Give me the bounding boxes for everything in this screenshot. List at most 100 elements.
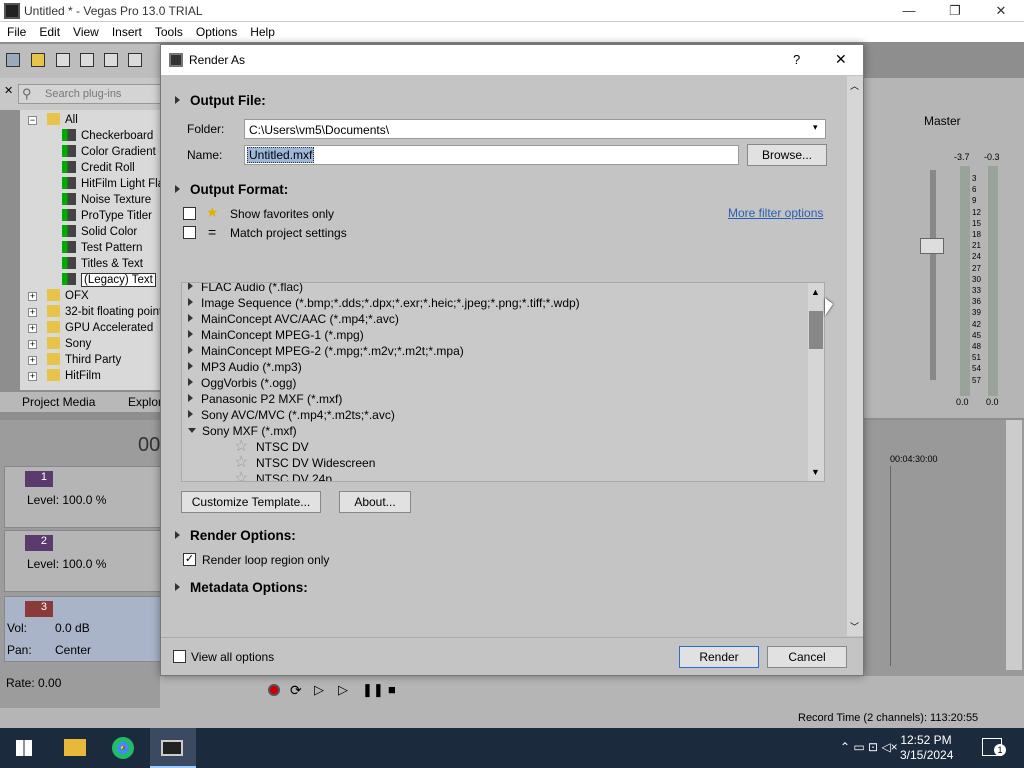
dialog-scrollbar[interactable]: ︿ ﹀	[847, 76, 863, 636]
windows-start-icon[interactable]	[16, 740, 32, 756]
favorite-star-icon[interactable]: ☆	[234, 455, 254, 471]
plugin-tree-item[interactable]: (Legacy) Text	[62, 272, 156, 288]
show-favorites-checkbox[interactable]	[183, 207, 196, 220]
format-template-item[interactable]: ☆ NTSC DV 24p	[234, 471, 332, 482]
render-options-header[interactable]: Render Options:	[175, 528, 296, 543]
metadata-options-header[interactable]: Metadata Options:	[175, 580, 308, 595]
render-loop-checkbox[interactable]: ✓	[183, 553, 196, 566]
format-group-item[interactable]: MainConcept MPEG-2 (*.mpg;*.m2v;*.m2t;*.…	[188, 343, 464, 359]
view-all-options-checkbox[interactable]	[173, 650, 186, 663]
plugin-tree-item[interactable]: Checkerboard	[62, 128, 153, 144]
help-button[interactable]: ?	[793, 52, 800, 67]
plugin-tree-item[interactable]: + Third Party	[28, 352, 121, 368]
plugin-tree-item[interactable]: Solid Color	[62, 224, 137, 240]
match-project-checkbox[interactable]	[183, 226, 196, 239]
chrome-icon[interactable]	[112, 737, 134, 759]
format-group-item[interactable]: MP3 Audio (*.mp3)	[188, 359, 302, 375]
track-1[interactable]: 1 Level: 100.0 %	[4, 466, 162, 528]
menu-file[interactable]: File	[0, 22, 32, 39]
minimize-button[interactable]: —	[886, 0, 932, 22]
menu-tools[interactable]: Tools	[148, 22, 189, 39]
cancel-button[interactable]: Cancel	[767, 646, 847, 668]
plugin-tree-item[interactable]: HitFilm Light Flar	[62, 176, 168, 192]
system-tray-icons[interactable]: ⌃ ▭ ⊡ ◁×	[840, 740, 898, 754]
name-input[interactable]: Untitled.mxf	[244, 145, 739, 165]
scroll-thumb[interactable]	[809, 311, 823, 349]
format-group-item[interactable]: MainConcept AVC/AAC (*.mp4;*.avc)	[188, 311, 399, 327]
render-icon[interactable]	[104, 53, 118, 67]
dialog-close-button[interactable]: ✕	[835, 51, 847, 68]
output-format-header[interactable]: Output Format:	[175, 182, 288, 197]
pause-icon[interactable]: ❚❚	[362, 682, 384, 698]
format-group-item[interactable]: Sony AVC/MVC (*.mp4;*.m2ts;*.avc)	[188, 407, 395, 423]
plugin-tree-item[interactable]: + HitFilm	[28, 368, 101, 384]
menu-edit[interactable]: Edit	[32, 22, 66, 39]
plugin-tree-item[interactable]: ProType Titler	[62, 208, 152, 224]
browse-button[interactable]: Browse...	[747, 144, 827, 166]
scroll-up-icon[interactable]: ▲	[811, 287, 820, 297]
render-button[interactable]: Render	[679, 646, 759, 668]
properties-icon[interactable]	[128, 53, 142, 67]
save-icon[interactable]	[56, 53, 70, 67]
close-button[interactable]: ✕	[978, 0, 1024, 22]
expand-icon[interactable]: +	[28, 292, 37, 301]
save-as-icon[interactable]	[80, 53, 94, 67]
format-group-item[interactable]: Image Sequence (*.bmp;*.dds;*.dpx;*.exr;…	[188, 295, 580, 311]
plugin-tree-item[interactable]: Credit Roll	[62, 160, 135, 176]
expand-icon[interactable]: +	[28, 324, 37, 333]
plugin-tree-item[interactable]: + GPU Accelerated	[28, 320, 153, 336]
plugin-tree-item[interactable]: Titles & Text	[62, 256, 143, 272]
menu-options[interactable]: Options	[189, 22, 243, 39]
format-group-item[interactable]: Sony MXF (*.mxf)	[188, 423, 297, 439]
format-group-item[interactable]: Panasonic P2 MXF (*.mxf)	[188, 391, 342, 407]
collapse-icon[interactable]: −	[28, 116, 37, 125]
plugin-tree-item[interactable]: Color Gradient	[62, 144, 156, 160]
maximize-button[interactable]: ❐	[932, 0, 978, 22]
plugin-tree-item[interactable]: Noise Texture	[62, 192, 151, 208]
menu-help[interactable]: Help	[243, 22, 281, 39]
favorite-star-icon[interactable]: ☆	[234, 439, 254, 455]
master-fader[interactable]	[920, 238, 944, 254]
folder-input[interactable]: C:\Users\vm5\Documents\	[244, 119, 826, 139]
tab-project-media[interactable]: Project Media	[22, 395, 95, 409]
format-template-item[interactable]: ☆ NTSC DV	[234, 439, 309, 455]
play-icon[interactable]: ▷	[338, 682, 348, 698]
play-from-start-icon[interactable]: ▷	[314, 682, 324, 698]
stop-icon[interactable]: ■	[388, 682, 396, 697]
open-icon[interactable]	[31, 53, 45, 67]
plugin-tree-item[interactable]: − All	[28, 112, 78, 128]
format-group-item[interactable]: FLAC Audio (*.flac)	[188, 283, 303, 295]
menu-view[interactable]: View	[66, 22, 105, 39]
customize-template-button[interactable]: Customize Template...	[181, 491, 321, 513]
plugin-tree-item[interactable]: + OFX	[28, 288, 89, 304]
favorite-star-icon[interactable]: ☆	[234, 471, 254, 482]
plugin-search-input[interactable]: Search plug-ins	[18, 84, 162, 104]
scroll-down-icon[interactable]: ▼	[811, 467, 820, 477]
more-filter-options-link[interactable]: More filter options	[728, 206, 823, 220]
plugin-tree-item[interactable]: Test Pattern	[62, 240, 142, 256]
plugin-tree-item[interactable]: +32-bit floating point	[28, 304, 162, 320]
new-icon[interactable]	[6, 53, 20, 67]
tab-explorer[interactable]: Explor	[128, 395, 162, 409]
format-list[interactable]: FLAC Audio (*.flac) Image Sequence (*.bmp…	[181, 282, 825, 482]
format-group-item[interactable]: OggVorbis (*.ogg)	[188, 375, 296, 391]
expand-icon[interactable]: +	[28, 356, 37, 365]
track-3[interactable]: 3 Vol: 0.0 dB Pan: Center	[4, 596, 162, 662]
format-template-item[interactable]: ☆ NTSC DV Widescreen	[234, 455, 375, 471]
loop-icon[interactable]: ⟳	[290, 682, 302, 699]
record-icon[interactable]	[268, 684, 280, 696]
expand-icon[interactable]: +	[28, 340, 37, 349]
chevron-down-icon[interactable]: ▾	[813, 122, 818, 133]
expand-icon[interactable]: +	[28, 308, 37, 317]
timeline-scrollbar[interactable]	[1006, 420, 1022, 670]
file-explorer-icon[interactable]	[64, 739, 86, 756]
expand-icon[interactable]: +	[28, 372, 37, 381]
taskbar-clock[interactable]: 12:52 PM 3/15/2024	[900, 733, 953, 763]
track-2[interactable]: 2 Level: 100.0 %	[4, 530, 162, 592]
format-group-item[interactable]: MainConcept MPEG-1 (*.mpg)	[188, 327, 364, 343]
scroll-up-icon[interactable]: ︿	[850, 79, 859, 92]
panel-close-icon[interactable]: ✕	[4, 84, 14, 98]
format-list-scrollbar[interactable]: ▲ ▼	[808, 283, 824, 481]
output-file-header[interactable]: Output File:	[175, 93, 266, 108]
menu-insert[interactable]: Insert	[105, 22, 148, 39]
